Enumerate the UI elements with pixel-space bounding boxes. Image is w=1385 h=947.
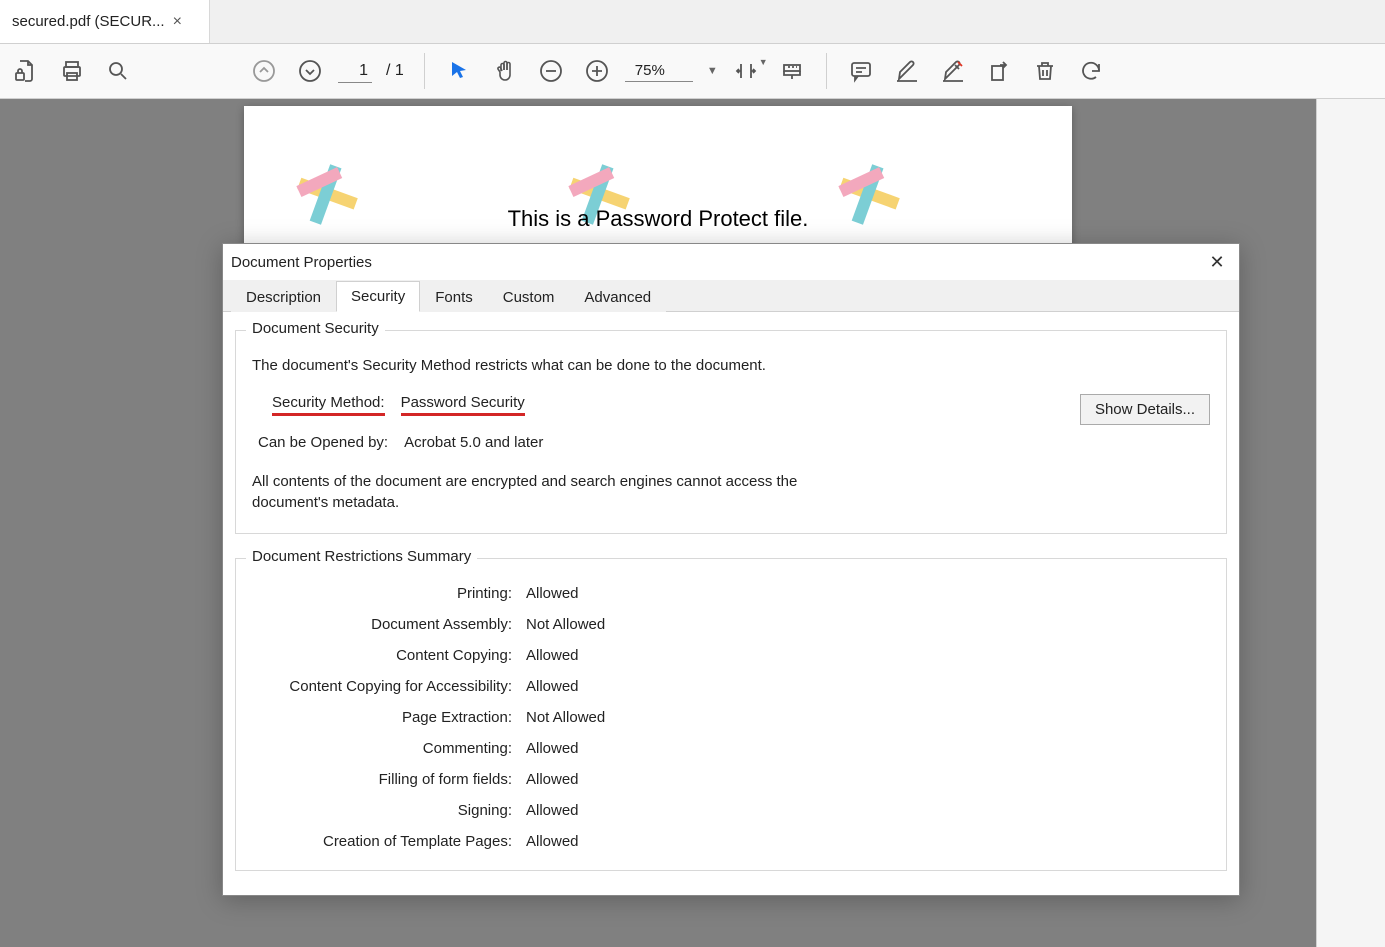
restriction-label: Content Copying for Accessibility: xyxy=(252,678,512,695)
toolbar: / 1 75% ▼ ▼ xyxy=(0,44,1385,99)
restriction-value: Not Allowed xyxy=(526,616,1210,633)
show-details-button[interactable]: Show Details... xyxy=(1080,394,1210,425)
tab-advanced[interactable]: Advanced xyxy=(569,282,666,312)
restriction-value: Allowed xyxy=(526,678,1210,695)
security-description: The document's Security Method restricts… xyxy=(252,357,1210,374)
zoom-in-icon[interactable] xyxy=(579,53,615,89)
highlight-icon[interactable] xyxy=(889,53,925,89)
restriction-value: Allowed xyxy=(526,771,1210,788)
security-method-value: Password Security xyxy=(401,394,525,416)
page-down-icon[interactable] xyxy=(292,53,328,89)
close-tab-icon[interactable]: × xyxy=(173,13,182,31)
restriction-label: Commenting: xyxy=(252,740,512,757)
security-note: All contents of the document are encrypt… xyxy=(252,471,852,513)
side-panel xyxy=(1316,99,1385,947)
close-icon[interactable]: ✕ xyxy=(1205,252,1229,273)
undo-icon[interactable] xyxy=(1073,53,1109,89)
opened-by-label: Can be Opened by: xyxy=(258,434,388,451)
page-total-label: / 1 xyxy=(382,62,408,80)
zoom-value[interactable]: 75% xyxy=(625,60,693,82)
restriction-value: Not Allowed xyxy=(526,709,1210,726)
restriction-label: Document Assembly: xyxy=(252,616,512,633)
restriction-label: Signing: xyxy=(252,802,512,819)
tab-title: secured.pdf (SECUR... xyxy=(12,13,165,30)
toolbar-separator xyxy=(424,53,425,89)
toolbar-separator xyxy=(826,53,827,89)
erase-icon[interactable] xyxy=(935,53,971,89)
page-number-input[interactable] xyxy=(338,60,372,83)
dialog-title: Document Properties xyxy=(231,254,372,271)
file-lock-icon[interactable] xyxy=(8,53,44,89)
fit-width-icon[interactable]: ▼ xyxy=(728,53,764,89)
delete-icon[interactable] xyxy=(1027,53,1063,89)
restriction-value: Allowed xyxy=(526,647,1210,664)
zoom-out-icon[interactable] xyxy=(533,53,569,89)
dialog-body: Document Security The document's Securit… xyxy=(223,312,1239,895)
dialog-title-bar[interactable]: Document Properties ✕ xyxy=(223,244,1239,280)
restriction-label: Content Copying: xyxy=(252,647,512,664)
print-icon[interactable] xyxy=(54,53,90,89)
tab-fonts[interactable]: Fonts xyxy=(420,282,488,312)
rotate-page-icon[interactable] xyxy=(981,53,1017,89)
page-up-icon[interactable] xyxy=(246,53,282,89)
fieldset-legend: Document Security xyxy=(246,320,385,337)
hand-tool-icon[interactable] xyxy=(487,53,523,89)
restriction-value: Allowed xyxy=(526,585,1210,602)
restriction-label: Page Extraction: xyxy=(252,709,512,726)
tab-bar: secured.pdf (SECUR... × xyxy=(0,0,1385,44)
restrictions-fieldset: Document Restrictions Summary Printing: … xyxy=(235,558,1227,871)
dialog-tabs: Description Security Fonts Custom Advanc… xyxy=(223,280,1239,312)
restriction-label: Printing: xyxy=(252,585,512,602)
opened-by-value: Acrobat 5.0 and later xyxy=(404,434,543,451)
restrictions-grid: Printing: Allowed Document Assembly: Not… xyxy=(252,575,1210,850)
security-method-label: Security Method: xyxy=(272,394,385,416)
file-tab[interactable]: secured.pdf (SECUR... × xyxy=(0,0,210,43)
select-tool-icon[interactable] xyxy=(441,53,477,89)
tab-security[interactable]: Security xyxy=(336,281,420,312)
comment-icon[interactable] xyxy=(843,53,879,89)
zoom-dropdown-icon[interactable]: ▼ xyxy=(697,65,718,77)
restriction-value: Allowed xyxy=(526,833,1210,850)
page-content-text: This is a Password Protect file. xyxy=(244,206,1072,232)
restriction-value: Allowed xyxy=(526,740,1210,757)
typewriter-icon[interactable] xyxy=(774,53,810,89)
tab-description[interactable]: Description xyxy=(231,282,336,312)
restriction-label: Filling of form fields: xyxy=(252,771,512,788)
fieldset-legend: Document Restrictions Summary xyxy=(246,548,477,565)
restriction-value: Allowed xyxy=(526,802,1210,819)
document-properties-dialog: Document Properties ✕ Description Securi… xyxy=(222,243,1240,896)
document-security-fieldset: Document Security The document's Securit… xyxy=(235,330,1227,534)
restriction-label: Creation of Template Pages: xyxy=(252,833,512,850)
search-icon[interactable] xyxy=(100,53,136,89)
tab-custom[interactable]: Custom xyxy=(488,282,570,312)
